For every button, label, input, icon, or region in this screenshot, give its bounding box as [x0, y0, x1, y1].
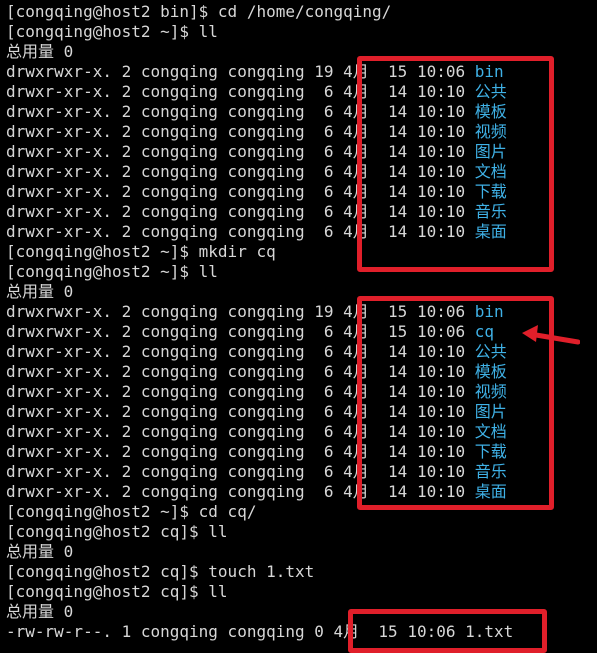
output-line: 总用量 0	[6, 542, 74, 561]
arrow-icon	[522, 325, 580, 345]
output-line: 总用量 0	[6, 42, 74, 61]
output-line: 总用量 0	[6, 602, 74, 621]
command-line: [congqing@host2 ~]$ mkdir cq	[6, 242, 276, 261]
command-line: [congqing@host2 cq]$ ll	[6, 582, 228, 601]
output-line: 总用量 0	[6, 282, 74, 301]
command-line: [congqing@host2 cq]$ touch 1.txt	[6, 562, 315, 581]
highlight-box-file-listing	[348, 609, 547, 653]
highlight-box-first-listing	[357, 56, 554, 272]
command-line: [congqing@host2 ~]$ ll	[6, 22, 218, 41]
command-line: [congqing@host2 cq]$ ll	[6, 522, 228, 541]
command-line: [congqing@host2 ~]$ cd cq/	[6, 502, 257, 521]
command-line: [congqing@host2 ~]$ ll	[6, 262, 218, 281]
command-line: [congqing@host2 bin]$ cd /home/congqing/	[6, 2, 392, 21]
